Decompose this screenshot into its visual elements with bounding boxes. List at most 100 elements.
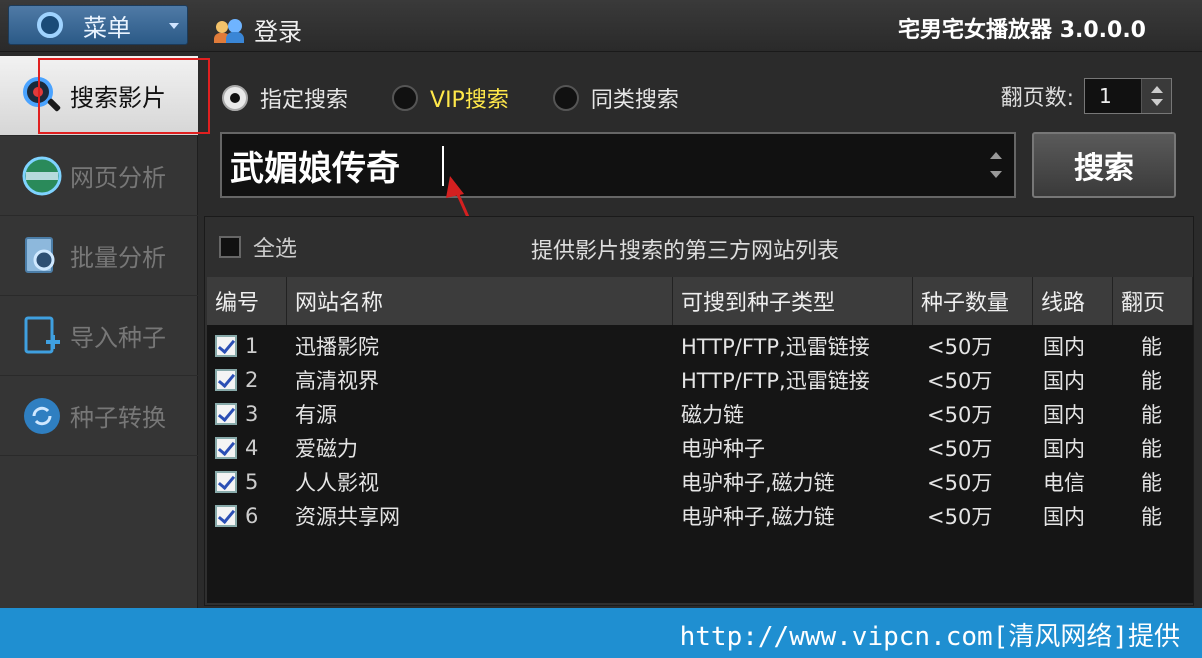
spinner-icon[interactable]: [990, 150, 1004, 180]
select-all-checkbox[interactable]: 全选: [219, 231, 297, 263]
sidebar-item-import-torrent[interactable]: 导入种子: [0, 296, 198, 376]
checkbox[interactable]: [219, 236, 241, 258]
sidebar-item-label: 搜索影片: [70, 84, 166, 112]
table-row[interactable]: 3 有源 磁力链 <50万 国内 能: [207, 397, 1193, 431]
row-paging: 能: [1141, 505, 1162, 529]
row-line: 国内: [1043, 437, 1085, 461]
row-seed-count: <50万: [927, 369, 993, 393]
row-seed-type: 电驴种子,磁力链: [681, 471, 835, 495]
radio-similar-search[interactable]: 同类搜索: [552, 82, 679, 114]
row-seed-count: <50万: [927, 505, 993, 529]
row-line: 国内: [1043, 369, 1085, 393]
row-line: 国内: [1043, 505, 1085, 529]
sidebar-item-torrent-convert[interactable]: 种子转换: [0, 376, 198, 456]
panel-header: 全选 提供影片搜索的第三方网站列表: [205, 217, 1193, 277]
row-checkbox[interactable]: [215, 335, 237, 357]
sidebar-item-search-movie[interactable]: 搜索影片: [0, 56, 198, 136]
table-row[interactable]: 5 人人影视 电驴种子,磁力链 <50万 电信 能: [207, 465, 1193, 499]
menu-logo-icon: [37, 12, 63, 38]
row-paging: 能: [1141, 403, 1162, 427]
table-row[interactable]: 2 高清视界 HTTP/FTP,迅雷链接 <50万 国内 能: [207, 363, 1193, 397]
title-bar: 菜单 登录 宅男宅女播放器 3.0.0.0: [0, 0, 1202, 52]
radio-specified-search[interactable]: 指定搜索: [222, 82, 348, 114]
row-seed-count: <50万: [927, 335, 993, 359]
chevron-down-icon[interactable]: [1151, 99, 1163, 106]
sidebar-item-batch-analysis[interactable]: 批量分析: [0, 216, 198, 296]
import-torrent-icon: [20, 314, 64, 358]
column-header-name[interactable]: 网站名称: [287, 277, 673, 325]
radio-dot[interactable]: [392, 85, 419, 111]
login-label: 登录: [254, 18, 302, 46]
source-banner: http://www.vipcn.com[清风网络]提供: [0, 608, 1202, 658]
column-header-line[interactable]: 线路: [1033, 277, 1113, 325]
menu-button[interactable]: 菜单: [8, 5, 188, 45]
row-paging: 能: [1141, 369, 1162, 393]
site-table: 编号 网站名称 可搜到种子类型 种子数量 线路 翻页 1 迅播影院 HTTP/F…: [207, 277, 1193, 603]
row-site-name: 爱磁力: [295, 437, 358, 461]
sidebar-item-label: 批量分析: [70, 244, 166, 272]
radio-dot[interactable]: [222, 85, 248, 111]
radio-dot[interactable]: [552, 85, 579, 111]
row-id: 3: [245, 402, 259, 426]
search-mode-group: 指定搜索 VIP搜索 同类搜索: [222, 76, 723, 120]
page-count-value[interactable]: 1: [1099, 84, 1112, 108]
page-count-control: 翻页数: 1: [1001, 78, 1172, 114]
row-line: 国内: [1043, 335, 1085, 359]
web-analysis-icon: [20, 154, 64, 198]
chevron-up-icon[interactable]: [1151, 86, 1163, 93]
row-seed-type: 磁力链: [681, 403, 744, 427]
sidebar-item-web-analysis[interactable]: 网页分析: [0, 136, 198, 216]
text-cursor: [442, 146, 444, 186]
column-header-id[interactable]: 编号: [207, 277, 287, 325]
row-paging: 能: [1141, 471, 1162, 495]
chevron-down-icon: [169, 23, 179, 29]
row-id: 6: [245, 504, 259, 528]
row-checkbox[interactable]: [215, 505, 237, 527]
row-id: 2: [245, 368, 259, 392]
login-button[interactable]: 登录: [214, 12, 302, 47]
table-row[interactable]: 4 爱磁力 电驴种子 <50万 国内 能: [207, 431, 1193, 465]
row-site-name: 人人影视: [295, 471, 379, 495]
sidebar: 搜索影片 网页分析 批量分析 导入种子 种子转换: [0, 56, 198, 608]
row-checkbox[interactable]: [215, 471, 237, 493]
row-seed-type: 电驴种子: [681, 437, 765, 461]
radio-label: VIP搜索: [430, 88, 509, 113]
page-count-stepper[interactable]: 1: [1084, 78, 1172, 114]
menu-label: 菜单: [83, 13, 131, 42]
row-paging: 能: [1141, 437, 1162, 461]
app-title: 宅男宅女播放器 3.0.0.0: [898, 18, 1146, 43]
row-paging: 能: [1141, 335, 1162, 359]
row-site-name: 高清视界: [295, 369, 379, 393]
search-field: [220, 132, 1016, 198]
row-seed-type: 电驴种子,磁力链: [681, 505, 835, 529]
search-input[interactable]: [230, 142, 970, 188]
table-header: 编号 网站名称 可搜到种子类型 种子数量 线路 翻页: [207, 277, 1193, 325]
row-seed-count: <50万: [927, 403, 993, 427]
row-id: 1: [245, 334, 259, 358]
row-checkbox[interactable]: [215, 369, 237, 391]
search-button[interactable]: 搜索: [1032, 132, 1176, 198]
panel-title: 提供影片搜索的第三方网站列表: [531, 239, 840, 264]
row-checkbox[interactable]: [215, 403, 237, 425]
table-row[interactable]: 1 迅播影院 HTTP/FTP,迅雷链接 <50万 国内 能: [207, 329, 1193, 363]
column-header-type[interactable]: 可搜到种子类型: [673, 277, 913, 325]
chevron-down-icon[interactable]: [990, 171, 1002, 178]
batch-analysis-icon: [20, 234, 64, 278]
sidebar-item-label: 导入种子: [70, 324, 166, 352]
column-header-paging[interactable]: 翻页: [1113, 277, 1193, 325]
row-site-name: 迅播影院: [295, 335, 379, 359]
row-seed-count: <50万: [927, 471, 993, 495]
radio-vip-search[interactable]: VIP搜索: [392, 82, 509, 114]
column-header-count[interactable]: 种子数量: [913, 277, 1033, 325]
row-seed-type: HTTP/FTP,迅雷链接: [681, 335, 870, 359]
row-id: 4: [245, 436, 259, 460]
row-seed-type: HTTP/FTP,迅雷链接: [681, 369, 870, 393]
row-line: 电信: [1043, 471, 1085, 495]
sidebar-item-label: 网页分析: [70, 164, 166, 192]
row-checkbox[interactable]: [215, 437, 237, 459]
row-site-name: 资源共享网: [295, 505, 400, 529]
chevron-up-icon[interactable]: [990, 152, 1002, 159]
table-row[interactable]: 6 资源共享网 电驴种子,磁力链 <50万 国内 能: [207, 499, 1193, 533]
torrent-convert-icon: [20, 394, 64, 438]
users-icon: [214, 17, 244, 43]
